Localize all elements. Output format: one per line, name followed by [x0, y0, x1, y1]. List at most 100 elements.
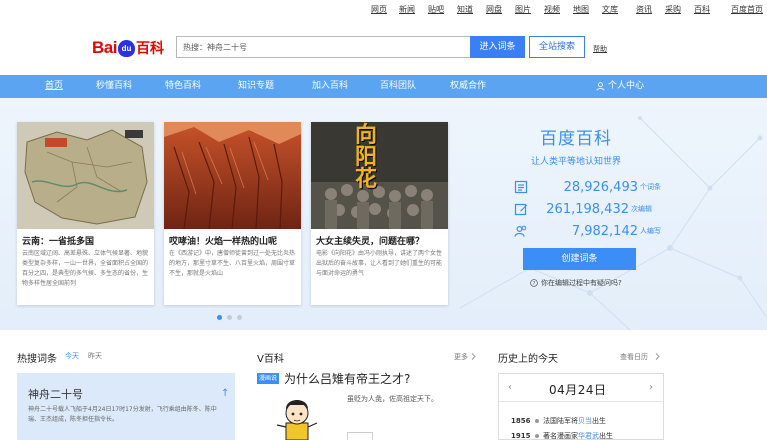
question-icon: ? — [530, 279, 538, 287]
carousel-dot[interactable] — [227, 315, 232, 320]
chevron-right-icon — [655, 353, 660, 360]
carousel-indicator — [217, 315, 242, 320]
user-icon — [596, 82, 605, 91]
top-link-wenku[interactable]: 文库 — [602, 4, 618, 15]
card-desc: 云南区域辽阔、高差悬殊、立体气候显著、地貌类型复杂多样，一山一世界，全省面积占全… — [22, 250, 149, 287]
tab-today[interactable]: 今天 — [65, 351, 79, 361]
video-desc: 虽贬为人彘，佐高祖定天下。 — [347, 395, 438, 403]
hot-entry-card[interactable]: 神舟二十号 ↑ 神舟二十号载人飞船于4月24日17时17分发射，飞行乘组由陈冬、… — [17, 373, 235, 440]
top-link-home[interactable]: 百度首页 — [731, 4, 763, 15]
edit-help-label: 你在编辑过程中有疑问吗? — [541, 279, 622, 287]
history-text: 法国陆军将贝当出生 — [543, 416, 606, 426]
logo-text-baike: 百科 — [135, 41, 164, 57]
nav-item-home[interactable]: 首页 — [45, 75, 63, 98]
header: Bai du 百科 热搜：神舟二十号 进入词条 全站搜索 帮助 — [0, 22, 767, 75]
history-text-prefix: 著名漫画家 — [543, 432, 578, 440]
history-year: 1856 — [511, 417, 531, 425]
nav-item-miaodong[interactable]: 秒懂百科 — [96, 75, 132, 98]
chevron-left-icon[interactable]: ‹ — [508, 382, 512, 393]
stat-edits: 261,198,432 次编辑 — [514, 200, 652, 218]
nav-item-topics[interactable]: 知识专题 — [238, 75, 274, 98]
bullet-icon — [535, 419, 539, 423]
top-link-map[interactable]: 地图 — [573, 4, 589, 15]
stat-entries: 28,926,493 个词条 — [514, 178, 661, 196]
tab-yesterday[interactable]: 昨天 — [88, 351, 102, 361]
top-link-pan[interactable]: 网盘 — [486, 4, 502, 15]
carousel-card-yunnan[interactable]: 云南：一省抵多国 云南区域辽阔、高差悬殊、立体气候显著、地貌类型复杂多样，一山一… — [17, 122, 154, 305]
user-center-link[interactable]: 个人中心 — [596, 75, 644, 98]
nav-item-join[interactable]: 加入百科 — [312, 75, 348, 98]
brand-title: 百度百科 — [540, 129, 612, 149]
top-link-caigou[interactable]: 采购 — [665, 4, 681, 15]
stat-value: 261,198,432 — [546, 201, 629, 217]
vbaike-more-link[interactable]: 更多 — [454, 352, 468, 362]
top-link-zhidao[interactable]: 知道 — [457, 4, 473, 15]
history-row[interactable]: 1915 著名漫画家华君武出生 — [511, 431, 613, 440]
bullet-icon — [535, 434, 539, 438]
carousel-card-flaming-mountain[interactable]: 哎哮油！火焰一样热的山呢 在《西游记》中，唐僧师徒曾到过一处无比炎热的地方，那里… — [164, 122, 301, 305]
brand-subtitle: 让人类平等地认知世界 — [531, 157, 622, 167]
card-desc: 在《西游记》中，唐僧师徒曾到过一处无比炎热的地方，那里寸草不生、八百里火焰，周围… — [169, 250, 296, 277]
history-title: 历史上的今天 — [498, 354, 558, 365]
top-link-video[interactable]: 视频 — [544, 4, 560, 15]
movie-poster-image: 向阳花 — [311, 122, 448, 229]
search-input[interactable]: 热搜：神舟二十号 — [176, 36, 470, 58]
history-text-link[interactable]: 华君武 — [578, 432, 599, 440]
video-title[interactable]: 为什么吕雉有帝王之才? — [284, 370, 410, 387]
stat-unit: 次编辑 — [631, 205, 652, 213]
top-link-baike[interactable]: 百科 — [694, 4, 710, 15]
hot-entries-title: 热搜词条 — [17, 354, 57, 365]
top-link-zixun[interactable]: 资讯 — [636, 4, 652, 15]
site-search-button[interactable]: 全站搜索 — [529, 36, 585, 58]
carousel-card-sunflower-movie[interactable]: 向阳花 大女主续失灵，问题在哪？ 电影《向阳花》由冯小刚执导，讲述了两个女性出狱… — [311, 122, 448, 305]
nav-item-partners[interactable]: 权威合作 — [450, 75, 486, 98]
nav-item-team[interactable]: 百科团队 — [380, 75, 416, 98]
history-text: 著名漫画家华君武出生 — [543, 431, 613, 440]
card-title: 云南：一省抵多国 — [22, 237, 95, 247]
poster-title-text: 向阳花 — [355, 122, 378, 192]
card-title: 哎哮油！火焰一样热的山呢 — [169, 237, 278, 247]
history-date-header: ‹ 04月24日 › — [499, 374, 663, 402]
top-links-bar: 网页 新闻 贴吧 知道 网盘 图片 视频 地图 文库 资讯 采购 百科 百度首页 — [0, 0, 767, 22]
edit-icon — [514, 203, 527, 216]
history-text-prefix: 法国陆军将 — [543, 417, 578, 425]
stat-users: 7,982,142 人编写 — [514, 222, 661, 240]
card-title: 大女主续失灵，问题在哪？ — [316, 237, 425, 247]
arrow-up-icon: ↑ — [221, 388, 230, 399]
calendar-link[interactable]: 查看日历 — [620, 352, 648, 362]
stat-value: 7,982,142 — [571, 223, 638, 239]
chevron-right-icon[interactable]: › — [649, 382, 653, 393]
history-text-suffix: 出生 — [592, 417, 606, 425]
carousel-dot[interactable] — [217, 315, 222, 320]
main-nav: 首页 秒懂百科 特色百科 知识专题 加入百科 百科团队 权威合作 个人中心 — [0, 75, 767, 98]
entry-icon — [514, 180, 528, 194]
video-badge: 漫画说 — [257, 373, 279, 384]
stat-value: 28,926,493 — [563, 179, 638, 195]
history-today-panel: ‹ 04月24日 › 1856 法国陆军将贝当出生 1915 著名漫画家华君武出… — [498, 373, 664, 440]
stat-unit: 个词条 — [640, 183, 661, 191]
hero-banner: 云南：一省抵多国 云南区域辽阔、高差悬殊、立体气候显著、地貌类型复杂多样，一山一… — [0, 98, 767, 330]
yunnan-map-image — [17, 122, 154, 229]
help-link[interactable]: 帮助 — [593, 44, 607, 54]
history-row[interactable]: 1856 法国陆军将贝当出生 — [511, 416, 606, 426]
top-link-news[interactable]: 新闻 — [399, 4, 415, 15]
nav-item-featured[interactable]: 特色百科 — [165, 75, 201, 98]
chevron-right-icon — [471, 353, 476, 360]
top-link-image[interactable]: 图片 — [515, 4, 531, 15]
history-text-link[interactable]: 贝当 — [578, 417, 592, 425]
create-entry-button[interactable]: 创建词条 — [523, 248, 636, 270]
hot-entry-desc: 神舟二十号载人飞船于4月24日17时17分发射，飞行乘组由陈冬、陈中瑞、王杰组成… — [28, 406, 217, 423]
paw-icon: du — [117, 39, 135, 57]
stat-unit: 人编写 — [640, 227, 661, 235]
enter-entry-button[interactable]: 进入词条 — [470, 36, 525, 58]
logo-text-bai: Bai — [92, 38, 117, 57]
users-icon — [514, 225, 527, 237]
top-link-tieba[interactable]: 贴吧 — [428, 4, 444, 15]
baidu-baike-logo[interactable]: Bai du 百科 — [92, 38, 164, 58]
carousel-dot[interactable] — [237, 315, 242, 320]
top-link-web[interactable]: 网页 — [371, 4, 387, 15]
video-play-button[interactable] — [347, 432, 373, 440]
cartoon-character-thumbnail[interactable] — [272, 395, 322, 440]
edit-help-link[interactable]: ? 你在编辑过程中有疑问吗? — [530, 278, 622, 288]
hot-entry-title: 神舟二十号 — [28, 388, 83, 401]
